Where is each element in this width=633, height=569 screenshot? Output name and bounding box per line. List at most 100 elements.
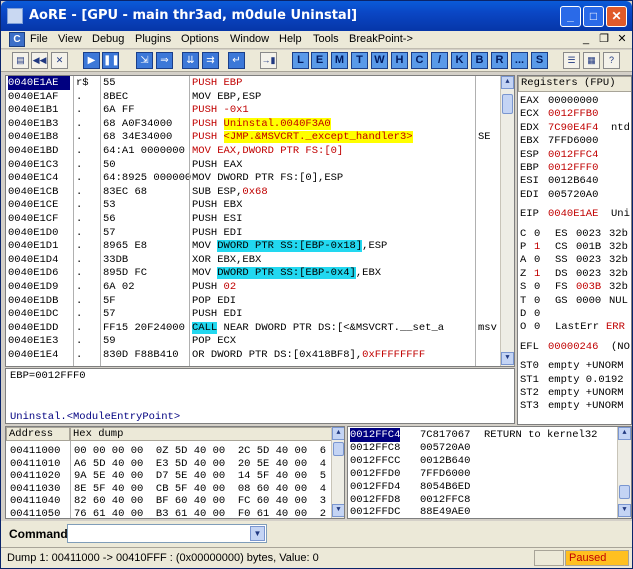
patches-button[interactable]: /: [431, 52, 448, 69]
step-over-icon[interactable]: ⇒: [156, 52, 173, 69]
breakpoints-button[interactable]: B: [471, 52, 488, 69]
flag-row[interactable]: D0: [518, 307, 631, 321]
dump-row[interactable]: 00411050 76 61 40 00 B3 61 40 00 F0 61 40…: [6, 507, 331, 518]
stack-row[interactable]: 0012FFD8 0012FFC8: [348, 493, 617, 507]
run-trace-button[interactable]: ...: [511, 52, 528, 69]
scroll-thumb[interactable]: [619, 485, 630, 499]
registers-header[interactable]: Registers (FPU): [518, 76, 631, 92]
register-row[interactable]: ST3 empty +UNORM: [518, 399, 631, 413]
register-row[interactable]: ST1 empty 0.0192: [518, 373, 631, 387]
disasm-row[interactable]: 0040E1CB. 83EC 68 SUB ESP,0x68: [6, 185, 500, 199]
trace-into-icon[interactable]: ⇊: [182, 52, 199, 69]
executable-modules-button[interactable]: E: [311, 52, 328, 69]
disasm-row[interactable]: 0040E1AE r$ 55 PUSH EBP: [6, 76, 500, 90]
close-button[interactable]: ✕: [606, 6, 627, 27]
appearance-icon[interactable]: ▦: [583, 52, 600, 69]
mdi-minimize-button[interactable]: _: [579, 32, 593, 46]
disasm-row[interactable]: 0040E1CE. 53 PUSH EBX: [6, 198, 500, 212]
disassembly-pane[interactable]: 0040E1AE r$ 55 PUSH EBP 0040E1AF. 8BEC MOV EBP…: [5, 75, 515, 367]
disasm-row[interactable]: 0040E1DC. 57 PUSH EDI: [6, 307, 500, 321]
minimize-button[interactable]: _: [560, 6, 581, 27]
log-window-button[interactable]: L: [292, 52, 309, 69]
disasm-row[interactable]: 0040E1D6. 895D FC MOV DWORD PTR SS:[EBP-0x…: [6, 266, 500, 280]
flag-row[interactable]: O 0 LastErr ERR: [518, 320, 631, 334]
register-row[interactable]: ST0 empty +UNORM: [518, 359, 631, 373]
list-icon[interactable]: ☰: [563, 52, 580, 69]
flag-row[interactable]: A 0 SS 0023 32b: [518, 253, 631, 267]
stack-row[interactable]: 0012FFCC 0012B640: [348, 454, 617, 468]
mdi-restore-button[interactable]: ❐: [597, 32, 611, 46]
stack-row[interactable]: 0012FFD4 8054B6ED: [348, 480, 617, 494]
register-row[interactable]: EDX 7C90E4F4 ntd: [518, 121, 631, 135]
disasm-row[interactable]: 0040E1AF. 8BEC MOV EBP,ESP: [6, 90, 500, 104]
scroll-up-icon[interactable]: ▲: [618, 427, 631, 440]
menu-help[interactable]: Help: [279, 33, 302, 45]
menu-plugins[interactable]: Plugins: [135, 33, 171, 45]
scroll-thumb[interactable]: [333, 442, 344, 456]
stack-pane[interactable]: 0012FFC4 7C817067 RETURN to kernel32 0012FF…: [347, 426, 632, 519]
maximize-button[interactable]: □: [583, 6, 604, 27]
disasm-row[interactable]: 0040E1D4. 33DB XOR EBX,EBX: [6, 253, 500, 267]
restart-icon[interactable]: ◀◀: [31, 52, 48, 69]
register-row[interactable]: EAX 00000000: [518, 94, 631, 108]
chevron-down-icon[interactable]: ▼: [250, 526, 265, 541]
disasm-row[interactable]: 0040E1C3. 50 PUSH EAX: [6, 158, 500, 172]
open-icon[interactable]: ▤: [12, 52, 29, 69]
step-into-icon[interactable]: ⇲: [136, 52, 153, 69]
disasm-row[interactable]: 0040E1BD. 64:A1 0000000 MOV EAX,DWORD PTR …: [6, 144, 500, 158]
stack-row[interactable]: 0012FFDC 88E49AE0: [348, 505, 617, 518]
flag-row[interactable]: T 0 GS 0000 NUL: [518, 294, 631, 308]
goto-icon[interactable]: →▮: [260, 52, 277, 69]
register-row[interactable]: EFL 00000246 (NO: [518, 340, 631, 354]
scroll-up-icon[interactable]: ▲: [501, 76, 514, 89]
register-row[interactable]: ESP 0012FFC4: [518, 148, 631, 162]
references-button[interactable]: R: [491, 52, 508, 69]
stack-row[interactable]: 0012FFD0 7FFD6000: [348, 467, 617, 481]
mdi-child-icon[interactable]: C: [9, 32, 25, 47]
menu-options[interactable]: Options: [181, 33, 219, 45]
register-row[interactable]: ECX 0012FFB0: [518, 107, 631, 121]
flag-row[interactable]: S 0 FS 003B 32b: [518, 280, 631, 294]
dump-pane[interactable]: Address Hex dump 00411000 00 00 00 00 0Z …: [5, 426, 345, 519]
disasm-row[interactable]: 0040E1D9. 6A 02 PUSH 02: [6, 280, 500, 294]
register-row[interactable]: ESI 0012B640: [518, 174, 631, 188]
source-button[interactable]: S: [531, 52, 548, 69]
dump-scrollbar[interactable]: ▲ ▼: [331, 427, 344, 518]
scroll-down-icon[interactable]: ▼: [332, 504, 344, 517]
disasm-row[interactable]: 0040E1B1. 6A FF PUSH -0x1: [6, 103, 500, 117]
cpu-button[interactable]: C: [411, 52, 428, 69]
disasm-row[interactable]: 0040E1B8. 68 34E34000 PUSH <JMP.&MSVCRT._e…: [6, 130, 500, 144]
command-input[interactable]: ▼: [67, 524, 267, 543]
scroll-down-icon[interactable]: ▼: [618, 504, 631, 517]
scroll-down-icon[interactable]: ▼: [501, 352, 514, 365]
call-stack-button[interactable]: K: [451, 52, 468, 69]
trace-over-icon[interactable]: ⇉: [202, 52, 219, 69]
menu-file[interactable]: File: [30, 33, 48, 45]
scroll-up-icon[interactable]: ▲: [332, 427, 344, 440]
disasm-row[interactable]: 0040E1DB. 5F POP EDI: [6, 294, 500, 308]
flag-row[interactable]: C 0 ES 0023 32b: [518, 227, 631, 241]
disasm-row[interactable]: 0040E1C4. 64:8925 000000 MOV DWORD PTR FS:…: [6, 171, 500, 185]
disasm-row[interactable]: 0040E1DD. FF15 20F24000 CALL NEAR DWORD PT…: [6, 321, 500, 335]
disasm-row[interactable]: 0040E1CF. 56 PUSH ESI: [6, 212, 500, 226]
threads-button[interactable]: T: [351, 52, 368, 69]
menu-view[interactable]: View: [58, 33, 82, 45]
register-row[interactable]: ST2 empty +UNORM: [518, 386, 631, 400]
handles-button[interactable]: H: [391, 52, 408, 69]
windows-button[interactable]: W: [371, 52, 388, 69]
memory-map-button[interactable]: M: [331, 52, 348, 69]
register-row[interactable]: EBP 0012FFF0: [518, 161, 631, 175]
menu-breakpoint[interactable]: BreakPoint->: [349, 33, 413, 45]
register-row[interactable]: EBX 7FFD6000: [518, 134, 631, 148]
close-debuggee-icon[interactable]: ✕: [51, 52, 68, 69]
register-row[interactable]: EIP 0040E1AE Uni: [518, 207, 631, 221]
scroll-thumb[interactable]: [502, 94, 513, 114]
disassembly-scrollbar[interactable]: ▲ ▼: [500, 76, 514, 366]
disasm-row[interactable]: 0040E1B3. 68 A0F34000 PUSH Uninstal.0040F3…: [6, 117, 500, 131]
stack-row[interactable]: 0012FFC8 005720A0: [348, 441, 617, 455]
registers-pane[interactable]: Registers (FPU) EAX 00000000 ECX 0012FFB0 ED…: [517, 75, 632, 425]
help-icon[interactable]: ?: [603, 52, 620, 69]
flag-row[interactable]: P 1 CS 001B 32b: [518, 240, 631, 254]
stack-scrollbar[interactable]: ▲ ▼: [617, 427, 631, 518]
info-pane[interactable]: EBP=0012FFF0 Uninstal.<ModuleEntryPoint>: [5, 368, 515, 424]
